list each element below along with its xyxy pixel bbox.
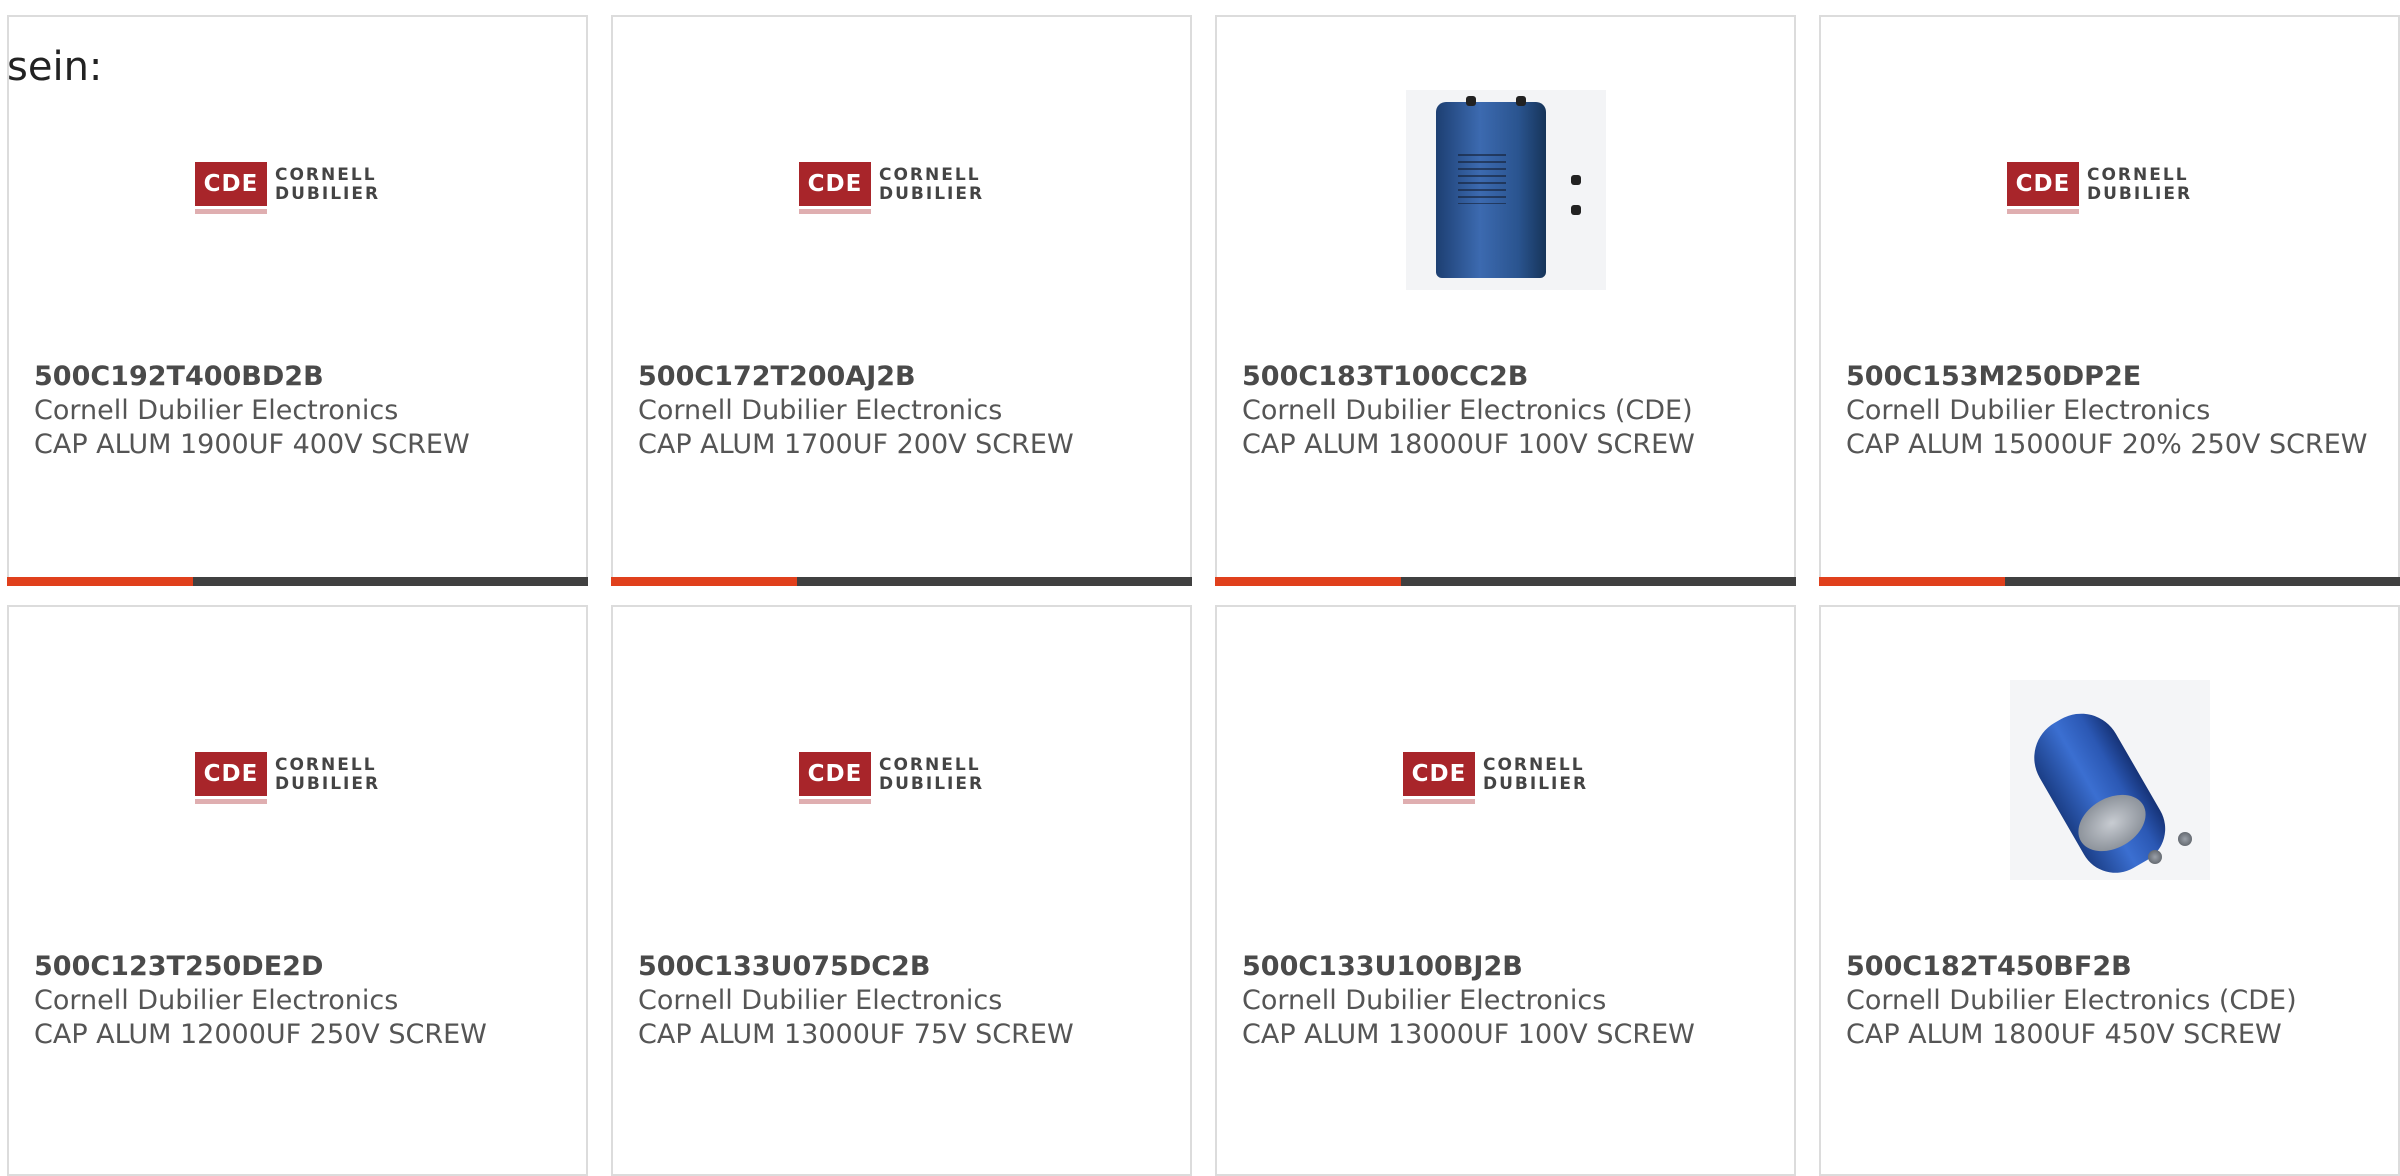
capacitor-photo xyxy=(2009,679,2210,886)
logo-line-1: CORNELL xyxy=(879,164,981,185)
cornell-dubilier-logo: CDE CORNELL DUBILIER xyxy=(1403,751,1608,808)
product-description: CAP ALUM 15000UF 20% 250V SCREW xyxy=(1846,429,2368,460)
logo-abbr: CDE xyxy=(799,161,871,206)
capacitor-photo xyxy=(1405,89,1606,290)
logo-abbr: CDE xyxy=(2007,161,2079,206)
part-number[interactable]: 500C133U075DC2B xyxy=(638,950,1170,984)
product-image[interactable]: CDE CORNELL DUBILIER xyxy=(1821,87,2398,292)
manufacturer-name: Cornell Dubilier Electronics xyxy=(638,985,1003,1016)
logo-tagline xyxy=(799,208,871,214)
product-description: CAP ALUM 1800UF 450V SCREW xyxy=(1846,1019,2282,1050)
product-image[interactable] xyxy=(1821,677,2398,886)
logo-tagline xyxy=(195,208,267,214)
product-image[interactable]: CDE CORNELL DUBILIER xyxy=(613,677,1190,882)
product-card[interactable]: CDE CORNELL DUBILIER 500C123T250DE2D Cornell… xyxy=(7,605,588,1176)
product-image[interactable]: CDE CORNELL DUBILIER xyxy=(613,87,1190,292)
manufacturer-name: Cornell Dubilier Electronics (CDE) xyxy=(1242,395,1693,426)
product-card[interactable]: CDE CORNELL DUBILIER 500C192T400BD2B Cornell… xyxy=(7,15,588,586)
logo-tagline xyxy=(2007,208,2079,214)
part-number[interactable]: 500C133U100BJ2B xyxy=(1242,950,1774,984)
product-card[interactable]: 500C183T100CC2B Cornell Dubilier Electron… xyxy=(1215,15,1796,586)
progress-fill xyxy=(1819,577,2005,586)
cornell-dubilier-logo: CDE CORNELL DUBILIER xyxy=(2007,161,2212,218)
product-card[interactable]: 500C182T450BF2B Cornell Dubilier Electron… xyxy=(1819,605,2400,1176)
logo-line-1: CORNELL xyxy=(275,164,377,185)
part-number[interactable]: 500C172T200AJ2B xyxy=(638,360,1170,394)
logo-line-1: CORNELL xyxy=(2087,164,2189,185)
progress-bar xyxy=(7,577,588,586)
part-number[interactable]: 500C182T450BF2B xyxy=(1846,950,2378,984)
product-card[interactable]: CDE CORNELL DUBILIER 500C133U100BJ2B Cornell… xyxy=(1215,605,1796,1176)
logo-line-1: CORNELL xyxy=(879,754,981,775)
product-image[interactable]: CDE CORNELL DUBILIER xyxy=(9,87,586,292)
manufacturer-name: Cornell Dubilier Electronics xyxy=(34,395,399,426)
product-description: CAP ALUM 13000UF 75V SCREW xyxy=(638,1019,1074,1050)
progress-bar xyxy=(1819,577,2400,586)
cornell-dubilier-logo: CDE CORNELL DUBILIER xyxy=(799,161,1004,218)
manufacturer-name: Cornell Dubilier Electronics xyxy=(1846,395,2211,426)
part-number[interactable]: 500C153M250DP2E xyxy=(1846,360,2378,394)
logo-line-2: DUBILIER xyxy=(2087,183,2193,204)
manufacturer-name: Cornell Dubilier Electronics xyxy=(638,395,1003,426)
product-description: CAP ALUM 12000UF 250V SCREW xyxy=(34,1019,487,1050)
cornell-dubilier-logo: CDE CORNELL DUBILIER xyxy=(799,751,1004,808)
product-image[interactable]: CDE CORNELL DUBILIER xyxy=(9,677,586,882)
manufacturer-name: Cornell Dubilier Electronics (CDE) xyxy=(1846,985,2297,1016)
progress-fill xyxy=(611,577,797,586)
product-card[interactable]: CDE CORNELL DUBILIER 500C172T200AJ2B Cornell… xyxy=(611,15,1192,586)
intro-text: sein: xyxy=(7,44,103,90)
logo-abbr: CDE xyxy=(799,751,871,796)
product-description: CAP ALUM 13000UF 100V SCREW xyxy=(1242,1019,1695,1050)
cornell-dubilier-logo: CDE CORNELL DUBILIER xyxy=(195,161,400,218)
product-description: CAP ALUM 18000UF 100V SCREW xyxy=(1242,429,1695,460)
cornell-dubilier-logo: CDE CORNELL DUBILIER xyxy=(195,751,400,808)
part-number[interactable]: 500C123T250DE2D xyxy=(34,950,566,984)
logo-tagline xyxy=(1403,798,1475,804)
product-card[interactable]: CDE CORNELL DUBILIER 500C133U075DC2B Cornell… xyxy=(611,605,1192,1176)
product-description: CAP ALUM 1900UF 400V SCREW xyxy=(34,429,470,460)
logo-line-2: DUBILIER xyxy=(879,183,985,204)
logo-abbr: CDE xyxy=(195,161,267,206)
progress-bar xyxy=(611,577,1192,586)
logo-tagline xyxy=(799,798,871,804)
logo-line-2: DUBILIER xyxy=(275,183,381,204)
progress-fill xyxy=(7,577,193,586)
logo-line-2: DUBILIER xyxy=(879,773,985,794)
manufacturer-name: Cornell Dubilier Electronics xyxy=(1242,985,1607,1016)
product-card[interactable]: CDE CORNELL DUBILIER 500C153M250DP2E Cornell… xyxy=(1819,15,2400,586)
logo-abbr: CDE xyxy=(1403,751,1475,796)
logo-line-2: DUBILIER xyxy=(275,773,381,794)
manufacturer-name: Cornell Dubilier Electronics xyxy=(34,985,399,1016)
part-number[interactable]: 500C183T100CC2B xyxy=(1242,360,1774,394)
logo-tagline xyxy=(195,798,267,804)
logo-line-1: CORNELL xyxy=(275,754,377,775)
logo-line-1: CORNELL xyxy=(1483,754,1585,775)
progress-bar xyxy=(1215,577,1796,586)
product-image[interactable]: CDE CORNELL DUBILIER xyxy=(1217,677,1794,882)
part-number[interactable]: 500C192T400BD2B xyxy=(34,360,566,394)
product-image[interactable] xyxy=(1217,87,1794,292)
product-description: CAP ALUM 1700UF 200V SCREW xyxy=(638,429,1074,460)
logo-abbr: CDE xyxy=(195,751,267,796)
progress-fill xyxy=(1215,577,1401,586)
logo-line-2: DUBILIER xyxy=(1483,773,1589,794)
